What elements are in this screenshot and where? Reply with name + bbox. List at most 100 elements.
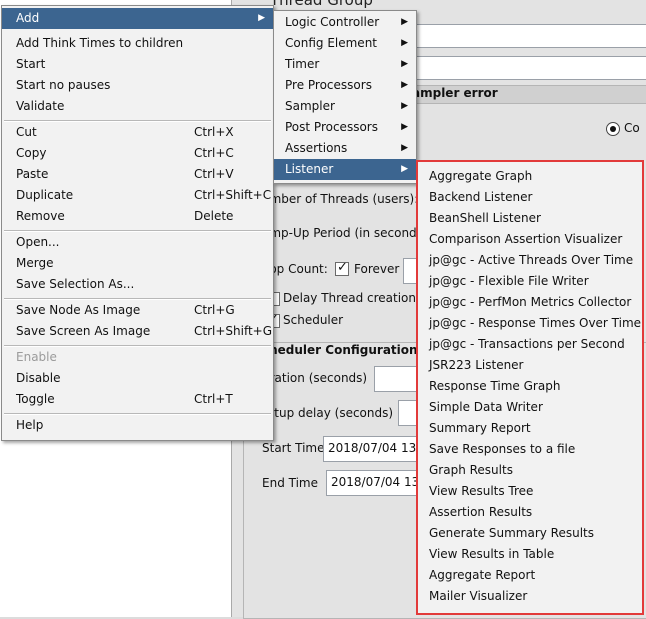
menu-item-label: View Results in Table xyxy=(429,547,555,561)
submenu-item-timer[interactable]: Timer ▶ xyxy=(274,54,416,75)
menu-item-duplicate[interactable]: Duplicate Ctrl+Shift+C xyxy=(2,185,273,206)
menu-item-start-no-pauses[interactable]: Start no pauses xyxy=(2,75,273,96)
context-menu: Add ▶ Add Think Times to children Start … xyxy=(1,5,274,441)
listener-item-summary-report[interactable]: Summary Report xyxy=(418,418,642,439)
menu-item-cut[interactable]: Cut Ctrl+X xyxy=(2,122,273,143)
menu-item-label: Save Screen As Image xyxy=(16,324,151,338)
listener-item-jsr223[interactable]: JSR223 Listener xyxy=(418,355,642,376)
submenu-item-assertions[interactable]: Assertions ▶ xyxy=(274,138,416,159)
menu-item-toggle[interactable]: Toggle Ctrl+T xyxy=(2,389,273,410)
start-time-label: Start Time xyxy=(262,441,325,455)
listener-item-simple-data-writer[interactable]: Simple Data Writer xyxy=(418,397,642,418)
listener-item-beanshell-listener[interactable]: BeanShell Listener xyxy=(418,208,642,229)
listener-item-response-times[interactable]: jp@gc - Response Times Over Time xyxy=(418,313,642,334)
listener-item-graph-results[interactable]: Graph Results xyxy=(418,460,642,481)
end-time-label: End Time xyxy=(262,476,318,490)
menu-item-label: Disable xyxy=(16,371,61,385)
listener-item-aggregate-report[interactable]: Aggregate Report xyxy=(418,565,642,586)
comments-field[interactable] xyxy=(412,56,646,80)
menu-item-start[interactable]: Start xyxy=(2,54,273,75)
menu-item-save-screen-image[interactable]: Save Screen As Image Ctrl+Shift+G xyxy=(2,321,273,342)
menu-item-label: Enable xyxy=(16,350,57,364)
listener-item-view-results-tree[interactable]: View Results Tree xyxy=(418,481,642,502)
menu-item-label: Summary Report xyxy=(429,421,531,435)
submenu-arrow-icon: ▶ xyxy=(401,143,408,153)
menu-item-label: Start no pauses xyxy=(16,78,111,92)
submenu-arrow-icon: ▶ xyxy=(401,101,408,111)
menu-item-shortcut: Ctrl+T xyxy=(194,392,233,406)
menu-item-shortcut: Ctrl+C xyxy=(194,146,234,160)
menu-item-label: jp@gc - Transactions per Second xyxy=(429,337,625,351)
continue-radio[interactable] xyxy=(606,122,620,136)
menu-item-label: Paste xyxy=(16,167,49,181)
menu-item-label: Toggle xyxy=(16,392,55,406)
menu-item-label: Sampler xyxy=(285,99,335,113)
forever-checkbox[interactable]: ✓ xyxy=(335,260,349,276)
listener-item-mailer-visualizer[interactable]: Mailer Visualizer xyxy=(418,586,642,607)
submenu-item-config-element[interactable]: Config Element ▶ xyxy=(274,33,416,54)
menu-item-label: Backend Listener xyxy=(429,190,533,204)
listener-item-aggregate-graph[interactable]: Aggregate Graph xyxy=(418,166,642,187)
menu-item-label: Cut xyxy=(16,125,37,139)
submenu-item-listener[interactable]: Listener ▶ xyxy=(274,159,416,180)
listener-item-response-time-graph[interactable]: Response Time Graph xyxy=(418,376,642,397)
menu-item-label: JSR223 Listener xyxy=(429,358,524,372)
submenu-item-pre-processors[interactable]: Pre Processors ▶ xyxy=(274,75,416,96)
duration-field[interactable] xyxy=(374,366,420,392)
menu-item-label: Mailer Visualizer xyxy=(429,589,528,603)
listener-item-comparison-assertion[interactable]: Comparison Assertion Visualizer xyxy=(418,229,642,250)
listener-item-active-threads[interactable]: jp@gc - Active Threads Over Time xyxy=(418,250,642,271)
num-threads-label: umber of Threads (users): xyxy=(262,192,419,206)
menu-item-label: Open... xyxy=(16,235,60,249)
menu-item-merge[interactable]: Merge xyxy=(2,253,273,274)
menu-item-label: Assertion Results xyxy=(429,505,533,519)
menu-item-help[interactable]: Help xyxy=(2,415,273,436)
menu-item-label: Pre Processors xyxy=(285,78,372,92)
menu-item-label: Aggregate Graph xyxy=(429,169,533,183)
delay-thread-label: Delay Thread creation ur xyxy=(283,291,433,305)
menu-item-disable[interactable]: Disable xyxy=(2,368,273,389)
listener-item-assertion-results[interactable]: Assertion Results xyxy=(418,502,642,523)
end-time-field[interactable]: 2018/07/04 13:3 xyxy=(326,470,431,496)
listener-item-save-responses[interactable]: Save Responses to a file xyxy=(418,439,642,460)
menu-item-label: Help xyxy=(16,418,44,432)
menu-item-label: Validate xyxy=(16,99,65,113)
start-time-value: 2018/07/04 13:3 xyxy=(328,441,428,455)
submenu-arrow-icon: ▶ xyxy=(401,80,408,90)
scheduler-label: Scheduler xyxy=(283,313,344,327)
menu-item-label: jp@gc - Response Times Over Time xyxy=(429,316,642,330)
menu-item-label: Save Node As Image xyxy=(16,303,141,317)
start-time-field[interactable]: 2018/07/04 13:3 xyxy=(323,436,428,462)
menu-item-paste[interactable]: Paste Ctrl+V xyxy=(2,164,273,185)
listener-item-flexible-file-writer[interactable]: jp@gc - Flexible File Writer xyxy=(418,271,642,292)
menu-item-validate[interactable]: Validate xyxy=(2,96,273,117)
menu-item-copy[interactable]: Copy Ctrl+C xyxy=(2,143,273,164)
menu-item-add-think-times[interactable]: Add Think Times to children xyxy=(2,33,273,54)
submenu-arrow-icon: ▶ xyxy=(401,17,408,27)
menu-item-remove[interactable]: Remove Delete xyxy=(2,206,273,227)
menu-item-label: Comparison Assertion Visualizer xyxy=(429,232,623,246)
panel-title: Thread Group xyxy=(270,0,373,9)
rampup-label: amp-Up Period (in second xyxy=(262,226,417,240)
radio-label: Co xyxy=(624,121,640,135)
menu-item-open[interactable]: Open... xyxy=(2,232,273,253)
listener-item-transactions-per-second[interactable]: jp@gc - Transactions per Second xyxy=(418,334,642,355)
submenu-item-logic-controller[interactable]: Logic Controller ▶ xyxy=(274,12,416,33)
menu-item-label: Copy xyxy=(16,146,47,160)
submenu-item-post-processors[interactable]: Post Processors ▶ xyxy=(274,117,416,138)
menu-item-save-selection[interactable]: Save Selection As... xyxy=(2,274,273,295)
menu-item-shortcut: Delete xyxy=(194,209,234,223)
menu-item-label: Simple Data Writer xyxy=(429,400,543,414)
listener-item-generate-summary[interactable]: Generate Summary Results xyxy=(418,523,642,544)
menu-item-shortcut: Ctrl+X xyxy=(194,125,234,139)
startup-delay-label: artup delay (seconds) xyxy=(262,406,394,420)
menu-item-save-node-image[interactable]: Save Node As Image Ctrl+G xyxy=(2,300,273,321)
listener-item-perfmon[interactable]: jp@gc - PerfMon Metrics Collector xyxy=(418,292,642,313)
name-field[interactable] xyxy=(412,24,646,48)
menu-item-add[interactable]: Add ▶ xyxy=(2,8,273,29)
menu-item-label: Remove xyxy=(16,209,65,223)
listener-item-backend-listener[interactable]: Backend Listener xyxy=(418,187,642,208)
submenu-item-sampler[interactable]: Sampler ▶ xyxy=(274,96,416,117)
listener-item-view-results-table[interactable]: View Results in Table xyxy=(418,544,642,565)
menu-item-label: Logic Controller xyxy=(285,15,380,29)
